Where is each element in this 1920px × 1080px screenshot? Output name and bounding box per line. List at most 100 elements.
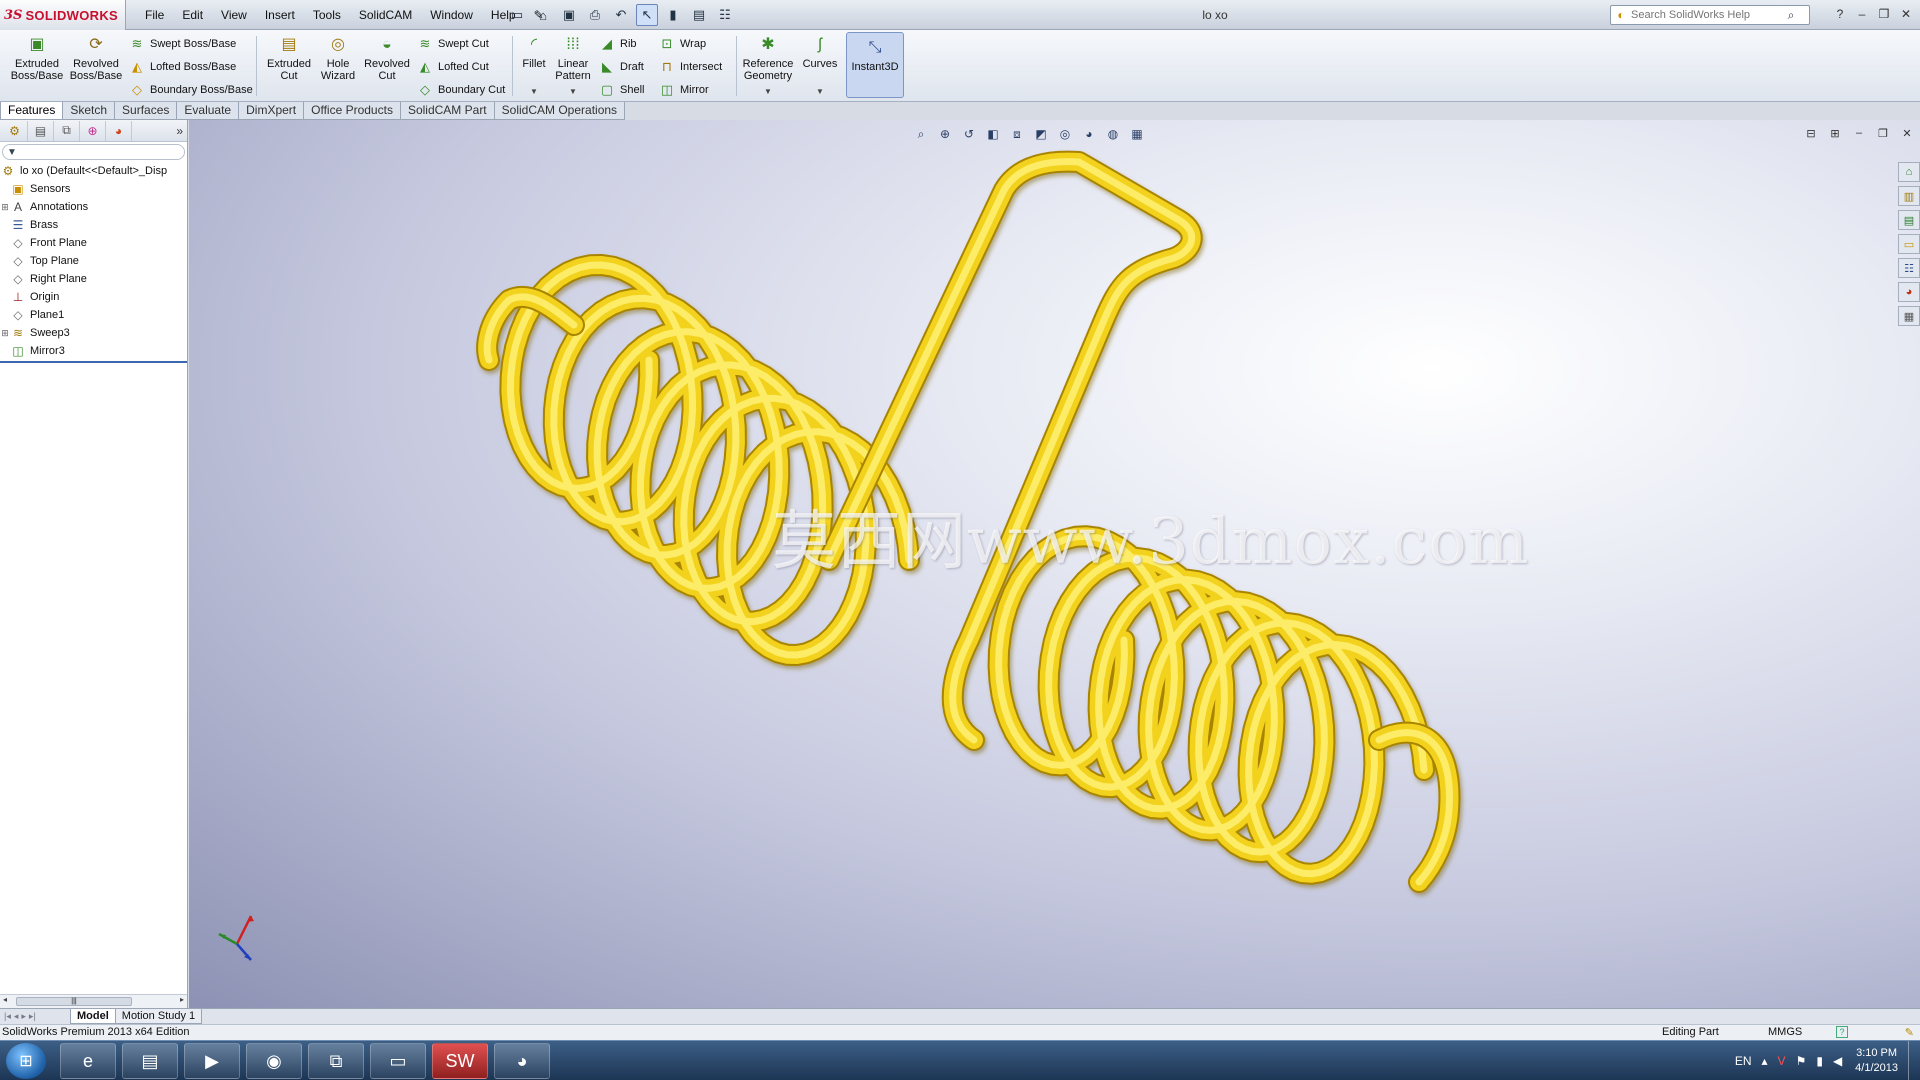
instant3d-button[interactable]: ⤡ Instant3D bbox=[846, 32, 904, 98]
media-player-icon[interactable]: ▶ bbox=[184, 1043, 240, 1079]
tab-surfaces[interactable]: Surfaces bbox=[114, 102, 178, 120]
tab-features[interactable]: Features bbox=[0, 102, 64, 120]
restore-icon[interactable]: ❐ bbox=[1874, 4, 1894, 24]
minimize-icon[interactable]: – bbox=[1852, 4, 1872, 24]
view-settings-icon[interactable]: ▦ bbox=[1127, 125, 1147, 143]
expand-icon[interactable]: ⊞ bbox=[0, 328, 10, 339]
split-vertical-icon[interactable]: ⊞ bbox=[1826, 125, 1844, 141]
swept-cut-button[interactable]: ≋ Swept Cut bbox=[416, 33, 489, 55]
menu-edit[interactable]: Edit bbox=[173, 8, 212, 22]
tree-filter[interactable]: ▼ bbox=[2, 144, 185, 160]
print-icon[interactable]: ⎙ bbox=[584, 4, 606, 26]
open-folder-icon[interactable]: ⌂ bbox=[532, 4, 554, 26]
file-explorer-icon[interactable]: ▤ bbox=[1898, 210, 1920, 230]
fillet-button[interactable]: ◜ Fillet bbox=[516, 30, 552, 71]
solidworks-resources-icon[interactable]: ⌂ bbox=[1898, 162, 1920, 182]
help-dropdown-icon[interactable]: ? bbox=[1830, 4, 1850, 24]
clock[interactable]: 3:10 PM 4/1/2013 bbox=[1855, 1046, 1898, 1076]
revolved-boss-button[interactable]: ⟳ Revolved Boss/Base bbox=[66, 30, 126, 83]
scroll-right-icon[interactable]: ▸ bbox=[180, 995, 184, 1004]
extruded-cut-button[interactable]: ▤ Extruded Cut bbox=[262, 30, 316, 83]
hole-wizard-button[interactable]: ◎ Hole Wizard bbox=[316, 30, 360, 83]
undo-icon[interactable]: ↶ bbox=[610, 4, 632, 26]
volume-icon[interactable]: ◀ bbox=[1833, 1054, 1842, 1068]
menu-file[interactable]: File bbox=[136, 8, 173, 22]
tree-item-origin[interactable]: ⊥ Origin bbox=[0, 288, 187, 306]
edit-appearance-icon[interactable]: ◕ bbox=[1079, 125, 1099, 143]
draft-button[interactable]: ◣ Draft bbox=[598, 56, 644, 78]
language-indicator[interactable]: EN bbox=[1735, 1054, 1752, 1068]
action-center-icon[interactable]: ⚑ bbox=[1796, 1054, 1807, 1068]
dimxpert-manager-icon[interactable]: ⊕ bbox=[80, 120, 106, 141]
help-search-box[interactable]: ◐ ⌕ bbox=[1610, 5, 1810, 25]
appearances-icon[interactable]: ◕ bbox=[1898, 282, 1920, 302]
pattern-dropdown-icon[interactable]: ▼ bbox=[569, 87, 577, 96]
zoom-to-area-icon[interactable]: ⊕ bbox=[935, 125, 955, 143]
boundary-cut-button[interactable]: ◇ Boundary Cut bbox=[416, 79, 505, 101]
menu-solidcam[interactable]: SolidCAM bbox=[350, 8, 421, 22]
feature-tree-icon[interactable]: ⚙ bbox=[2, 120, 28, 141]
expand-panel-icon[interactable]: » bbox=[176, 124, 183, 138]
file-explorer-taskbar-icon[interactable]: ▤ bbox=[122, 1043, 178, 1079]
previous-view-icon[interactable]: ↺ bbox=[959, 125, 979, 143]
tree-item-top-plane[interactable]: ◇ Top Plane bbox=[0, 252, 187, 270]
tab-evaluate[interactable]: Evaluate bbox=[176, 102, 240, 120]
tab-motion-study[interactable]: Motion Study 1 bbox=[114, 1009, 203, 1024]
display-manager-icon[interactable]: ◕ bbox=[106, 120, 132, 141]
close-icon[interactable]: ✕ bbox=[1896, 4, 1916, 24]
tree-item-right-plane[interactable]: ◇ Right Plane bbox=[0, 270, 187, 288]
tray-expand-icon[interactable]: ▴ bbox=[1762, 1054, 1768, 1068]
rebuild-icon[interactable]: ▮ bbox=[662, 4, 684, 26]
magnifier-icon[interactable]: ⌕ bbox=[1781, 8, 1801, 23]
apply-scene-icon[interactable]: ◍ bbox=[1103, 125, 1123, 143]
tab-office-products[interactable]: Office Products bbox=[303, 102, 401, 120]
shell-button[interactable]: ▢ Shell bbox=[598, 79, 645, 101]
options-icon[interactable]: ☷ bbox=[714, 4, 736, 26]
select-pointer-icon[interactable]: ↖ bbox=[636, 4, 658, 26]
folder-icon[interactable]: ▭ bbox=[1898, 234, 1920, 254]
expand-icon[interactable]: ⊞ bbox=[0, 202, 10, 213]
graphics-area[interactable]: 莫西网www.3dmox.com ⌕ ⊕ ↺ ◧ ⧈ ◩ ◎ ◕ ◍ ▦ ⊟ ⊞… bbox=[189, 120, 1920, 1008]
configuration-manager-icon[interactable]: ⧉ bbox=[54, 120, 80, 141]
design-library-icon[interactable]: ▥ bbox=[1898, 186, 1920, 206]
curves-button[interactable]: ʃ Curves bbox=[798, 30, 842, 71]
linear-pattern-button[interactable]: ⁞⁞⁞ Linear Pattern bbox=[550, 30, 596, 83]
tree-item-front-plane[interactable]: ◇ Front Plane bbox=[0, 234, 187, 252]
lofted-boss-button[interactable]: ◭ Lofted Boss/Base bbox=[128, 56, 236, 78]
tab-solidcam-part[interactable]: SolidCAM Part bbox=[399, 102, 495, 120]
property-manager-icon[interactable]: ▤ bbox=[28, 120, 54, 141]
antivirus-icon[interactable]: V bbox=[1778, 1054, 1786, 1068]
view-orientation-icon[interactable]: ⧈ bbox=[1007, 125, 1027, 143]
network-icon[interactable]: ▮ bbox=[1816, 1054, 1823, 1068]
tree-item-mirror3[interactable]: ◫ Mirror3 bbox=[0, 342, 187, 360]
custom-properties-icon[interactable]: ▦ bbox=[1898, 306, 1920, 326]
tab-navigation-arrows[interactable]: |◂ ◂ ▸ ▸| bbox=[0, 1011, 70, 1022]
boundary-boss-button[interactable]: ◇ Boundary Boss/Base bbox=[128, 79, 253, 101]
quick-tips-icon[interactable]: ? bbox=[1836, 1026, 1848, 1038]
save-icon[interactable]: ▣ bbox=[558, 4, 580, 26]
horizontal-scrollbar[interactable]: ◂ ||| ▸ bbox=[0, 994, 187, 1008]
wrap-button[interactable]: ⊡ Wrap bbox=[658, 33, 707, 55]
menu-tools[interactable]: Tools bbox=[304, 8, 350, 22]
paint-app-icon[interactable]: ◕ bbox=[494, 1043, 550, 1079]
internet-explorer-icon[interactable]: e bbox=[60, 1043, 116, 1079]
folder-taskbar-icon[interactable]: ▭ bbox=[370, 1043, 426, 1079]
solidworks-taskbar-icon[interactable]: SW bbox=[432, 1043, 488, 1079]
tree-item-material[interactable]: ☰ Brass bbox=[0, 216, 187, 234]
help-search-input[interactable] bbox=[1631, 9, 1781, 21]
chrome-icon[interactable]: ◉ bbox=[246, 1043, 302, 1079]
next-tab-icon[interactable]: ▸ bbox=[21, 1011, 26, 1022]
file-properties-icon[interactable]: ▤ bbox=[688, 4, 710, 26]
doc-minimize-icon[interactable]: – bbox=[1850, 125, 1868, 141]
lofted-cut-button[interactable]: ◭ Lofted Cut bbox=[416, 56, 489, 78]
extruded-boss-button[interactable]: ▣ Extruded Boss/Base bbox=[8, 30, 66, 83]
intersect-button[interactable]: ⊓ Intersect bbox=[658, 56, 722, 78]
doc-restore-icon[interactable]: ❐ bbox=[1874, 125, 1892, 141]
reference-geometry-button[interactable]: ✱ Reference Geometry bbox=[738, 30, 798, 83]
menu-view[interactable]: View bbox=[212, 8, 256, 22]
tab-sketch[interactable]: Sketch bbox=[62, 102, 116, 120]
rollback-bar[interactable] bbox=[0, 361, 187, 363]
tab-model[interactable]: Model bbox=[70, 1009, 116, 1024]
menu-insert[interactable]: Insert bbox=[256, 8, 304, 22]
tab-dimxpert[interactable]: DimXpert bbox=[238, 102, 305, 120]
